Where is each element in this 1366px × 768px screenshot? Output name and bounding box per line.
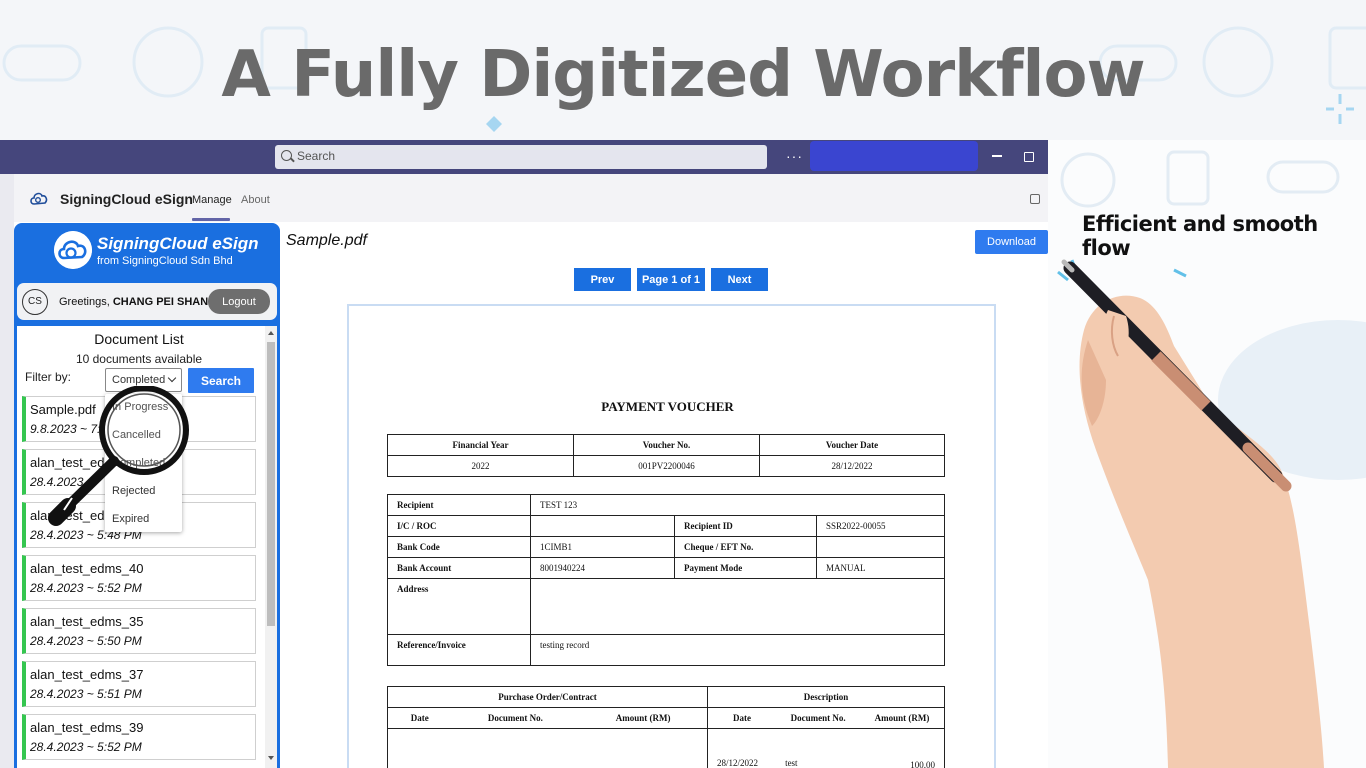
table-cell: SSR2022-00055	[816, 515, 945, 537]
table-cell	[816, 536, 945, 558]
table-cell	[530, 515, 675, 537]
table-cell: 001PV2200046	[573, 455, 760, 477]
prev-page-button[interactable]: Prev	[574, 268, 631, 291]
document-name: alan_test_edms_39	[30, 720, 144, 735]
table-cell: Reference/Invoice	[387, 634, 531, 666]
greeting-bar: CS Greetings, CHANG PEI SHAN Logout	[17, 283, 277, 320]
voucher-line-items-table: Purchase Order/Contract Description Date…	[386, 686, 946, 768]
tab-manage[interactable]: Manage	[192, 194, 232, 206]
active-tab-indicator	[192, 218, 230, 221]
document-date: 28.4.2023 ~ 5:51 PM	[30, 687, 142, 701]
table-header: Document No.	[451, 707, 580, 729]
tab-about[interactable]: About	[241, 194, 270, 206]
search-button[interactable]: Search	[188, 368, 254, 393]
table-header: Document No.	[776, 707, 861, 729]
table-header: Amount (RM)	[860, 707, 946, 729]
pdf-page: PAYMENT VOUCHER Financial Year Voucher N…	[347, 304, 996, 768]
document-list-scrollbar[interactable]	[265, 326, 277, 768]
popout-icon[interactable]	[1030, 194, 1040, 204]
minimize-icon[interactable]	[992, 155, 1002, 157]
greeting-prefix: Greetings,	[59, 296, 113, 308]
table-cell: Recipient	[387, 494, 531, 516]
sidebar-brand-subtitle: from SigningCloud Sdn Bhd	[97, 255, 233, 267]
table-header: Description	[707, 686, 945, 708]
signingcloud-brand-logo-icon	[54, 231, 92, 269]
page-indicator: Page 1 of 1	[637, 268, 705, 291]
table-cell: 28/12/2022	[759, 455, 945, 477]
filter-label: Filter by:	[25, 370, 72, 384]
table-cell	[530, 578, 945, 635]
left-app-rail	[0, 174, 14, 768]
pdf-file-name: Sample.pdf	[286, 232, 367, 249]
magnifying-glass-icon	[48, 386, 189, 526]
scroll-down-icon[interactable]	[268, 756, 274, 760]
voucher-header-table: Financial Year Voucher No. Voucher Date …	[387, 434, 945, 477]
table-header: Voucher No.	[573, 434, 760, 456]
sidebar-header: SigningCloud eSign from SigningCloud Sdn…	[14, 223, 280, 279]
table-header: Amount (RM)	[579, 707, 709, 729]
table-header: Voucher Date	[759, 434, 945, 456]
table-header: Purchase Order/Contract	[386, 686, 709, 708]
table-header: Date	[387, 707, 452, 729]
list-item[interactable]: alan_test_edms_35 28.4.2023 ~ 5:50 PM	[22, 608, 256, 654]
document-date: 28.4.2023 ~ 5:52 PM	[30, 581, 142, 595]
table-cell: Payment Mode	[674, 557, 817, 579]
download-button[interactable]: Download	[975, 230, 1048, 254]
sidebar-brand-name: SigningCloud eSign	[97, 234, 259, 253]
scroll-up-icon[interactable]	[268, 331, 274, 335]
status-filter-value: Completed	[112, 374, 166, 386]
maximize-icon[interactable]	[1024, 152, 1034, 162]
table-cell: TEST 123	[530, 494, 945, 516]
table-header: Financial Year	[387, 434, 574, 456]
app-window: Search ··· SigningCloud eSign Manage Abo…	[0, 140, 1048, 768]
document-name: alan_test_edms_37	[30, 667, 144, 682]
signingcloud-logo-icon	[30, 192, 48, 205]
table-cell: I/C / ROC	[387, 515, 531, 537]
app-name: SigningCloud eSign	[60, 191, 193, 207]
next-page-button[interactable]: Next	[711, 268, 768, 291]
voucher-title: PAYMENT VOUCHER	[601, 399, 734, 414]
table-cell: 8001940224	[530, 557, 675, 579]
table-header: Date	[707, 707, 777, 729]
logout-button[interactable]: Logout	[208, 289, 270, 314]
document-name: alan_test_edms_40	[30, 561, 144, 576]
table-cell: 2022	[387, 455, 574, 477]
table-cell: testing record	[530, 634, 945, 666]
user-name: CHANG PEI SHAN	[112, 296, 209, 308]
table-cell: Cheque / EFT No.	[674, 536, 817, 558]
list-item[interactable]: alan_test_edms_40 28.4.2023 ~ 5:52 PM	[22, 555, 256, 601]
greeting-text: Greetings, CHANG PEI SHAN	[59, 296, 208, 308]
document-date: 28.4.2023 ~ 5:52 PM	[30, 740, 142, 754]
table-cell: Bank Code	[387, 536, 531, 558]
table-cell: 1CIMB1	[530, 536, 675, 558]
voucher-recipient-table: Recipient TEST 123 I/C / ROC Recipient I…	[387, 494, 945, 666]
document-count: 10 documents available	[75, 352, 203, 366]
list-item[interactable]: alan_test_edms_37 28.4.2023 ~ 5:51 PM	[22, 661, 256, 707]
avatar: CS	[22, 289, 48, 315]
hand-holding-pen-illustration	[1057, 259, 1324, 768]
pdf-viewer: Sample.pdf Download Prev Page 1 of 1 Nex…	[280, 223, 1048, 768]
table-cell: 100.00	[860, 728, 946, 768]
chevron-down-icon	[167, 373, 177, 383]
title-bar: Search ···	[0, 140, 1048, 174]
list-item[interactable]: alan_test_edms_39 28.4.2023 ~ 5:52 PM	[22, 714, 256, 760]
search-placeholder: Search	[297, 149, 336, 163]
document-date: 28.4.2023 ~ 5:50 PM	[30, 634, 142, 648]
table-cell: Bank Account	[387, 557, 531, 579]
global-search-input[interactable]: Search	[275, 145, 767, 169]
table-cell	[386, 728, 709, 768]
table-cell: MANUAL	[816, 557, 945, 579]
user-account-area[interactable]	[810, 141, 978, 171]
document-name: alan_test_edms_35	[30, 614, 144, 629]
scrollbar-thumb[interactable]	[267, 342, 275, 626]
table-cell: Recipient ID	[674, 515, 817, 537]
more-options-button[interactable]: ···	[786, 148, 803, 164]
table-cell: test	[776, 728, 861, 768]
table-cell: 28/12/2022	[707, 728, 777, 768]
search-icon	[281, 150, 292, 161]
page-headline: A Fully Digitized Workflow	[221, 38, 1145, 112]
document-list-title: Document List	[94, 331, 184, 347]
app-nav-bar: SigningCloud eSign Manage About	[14, 174, 1048, 222]
table-cell: Address	[387, 578, 531, 635]
